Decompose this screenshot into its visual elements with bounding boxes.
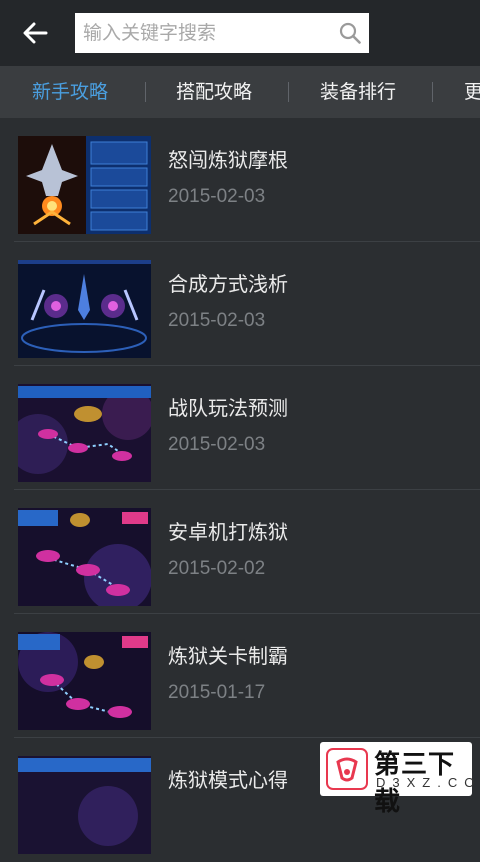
article-date: 2015-02-03: [168, 186, 266, 207]
article-title: 合成方式浅析: [168, 272, 288, 296]
article-thumbnail: [18, 756, 151, 854]
article-thumbnail: [18, 384, 151, 482]
search-icon[interactable]: [339, 22, 361, 44]
article-title: 安卓机打炼狱: [168, 520, 288, 544]
article-title: 怒闯炼狱摩根: [168, 148, 288, 172]
tab-equipment-ranking[interactable]: 装备排行: [320, 66, 396, 118]
list-item[interactable]: 安卓机打炼狱 2015-02-02: [0, 490, 480, 614]
tab-divider: [288, 82, 289, 102]
article-date: 2015-02-02: [168, 558, 266, 579]
tab-newbie-guide[interactable]: 新手攻略: [32, 66, 108, 118]
article-thumbnail: [18, 632, 151, 730]
article-title: 战队玩法预测: [168, 396, 288, 420]
search-box: [75, 13, 369, 53]
article-date: 2015-02-03: [168, 310, 266, 331]
tab-combo-guide[interactable]: 搭配攻略: [176, 66, 252, 118]
tab-divider: [432, 82, 433, 102]
article-thumbnail: [18, 260, 151, 358]
article-date: 2015-02-03: [168, 434, 266, 455]
top-bar: [0, 0, 480, 66]
list-item[interactable]: 合成方式浅析 2015-02-03: [0, 242, 480, 366]
back-arrow-icon: [23, 22, 48, 44]
article-thumbnail: [18, 508, 151, 606]
back-button[interactable]: [18, 16, 52, 50]
article-thumbnail: [18, 136, 151, 234]
list-item[interactable]: 怒闯炼狱摩根 2015-02-03: [0, 118, 480, 242]
tab-divider: [145, 82, 146, 102]
list-item[interactable]: 炼狱关卡制霸 2015-01-17: [0, 614, 480, 738]
watermark-domain: D3XZ.COM: [376, 775, 480, 790]
tab-more[interactable]: 更: [464, 66, 480, 118]
article-title: 炼狱关卡制霸: [168, 644, 288, 668]
watermark-badge: 第三下载 D3XZ.COM: [320, 742, 480, 817]
search-input[interactable]: [75, 13, 335, 53]
list-item[interactable]: 战队玩法预测 2015-02-03: [0, 366, 480, 490]
article-title: 炼狱模式心得: [168, 768, 288, 792]
download-logo-icon: [326, 748, 368, 790]
category-tabs: 新手攻略 搭配攻略 装备排行 更: [0, 66, 480, 118]
article-date: 2015-01-17: [168, 682, 266, 703]
